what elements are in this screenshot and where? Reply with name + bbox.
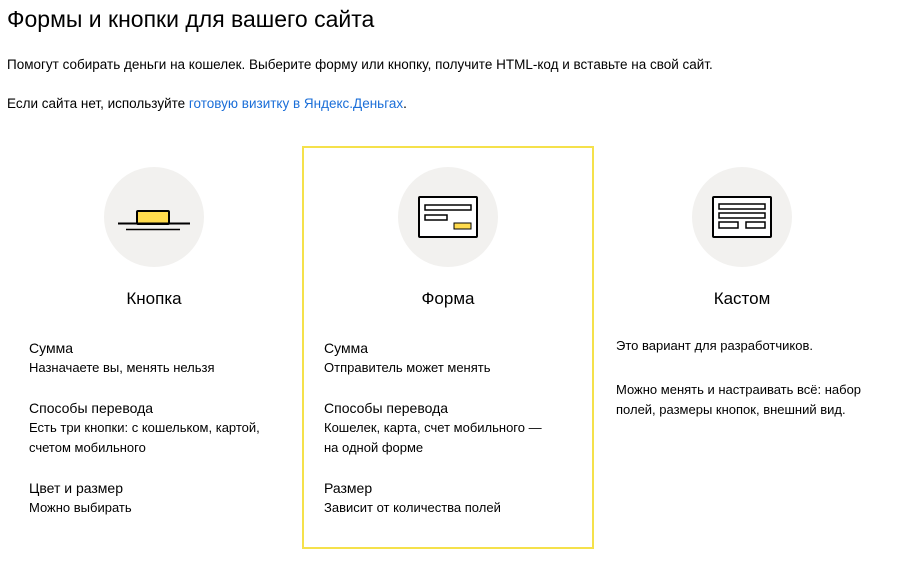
business-card-link[interactable]: готовую визитку в Яндекс.Деньгах: [189, 96, 403, 111]
no-site-prefix: Если сайта нет, используйте: [7, 96, 189, 111]
card-title: Кастом: [713, 289, 771, 308]
description-paragraph-2-line-2: полей, размеры кнопок, внешний вид.: [616, 402, 846, 417]
page-title: Формы и кнопки для вашего сайта: [7, 6, 375, 32]
card-form[interactable]: Форма Сумма Отправитель может менять Спо…: [302, 146, 594, 549]
description-paragraph-2-line-1: Можно менять и настраивать всё: набор: [616, 382, 862, 397]
feature-title: Сумма: [324, 340, 368, 356]
feature-title: Цвет и размер: [29, 480, 124, 496]
feature-list: Сумма Отправитель может менять Способы п…: [324, 338, 578, 538]
card-title: Кнопка: [126, 289, 182, 308]
card-custom[interactable]: Кастом Это вариант для разработчиков. Мо…: [596, 146, 888, 549]
form-icon: [398, 167, 498, 267]
feature-list: Сумма Назначаете вы, менять нельзя Спосо…: [29, 338, 286, 538]
button-icon: [104, 167, 204, 267]
feature-desc-line-2: счетом мобильного: [29, 440, 146, 455]
feature-size: Размер Зависит от количества полей: [324, 478, 578, 518]
feature-amount: Сумма Назначаете вы, менять нельзя: [29, 338, 286, 378]
feature-color-size: Цвет и размер Можно выбирать: [29, 478, 286, 518]
feature-methods: Способы перевода Есть три кнопки: с коше…: [29, 398, 286, 458]
no-site-suffix: .: [403, 96, 407, 111]
feature-title: Сумма: [29, 340, 73, 356]
description-paragraph-1: Это вариант для разработчиков.: [616, 338, 813, 353]
feature-desc: Зависит от количества полей: [324, 500, 501, 515]
feature-title: Способы перевода: [29, 400, 154, 416]
feature-desc: Назначаете вы, менять нельзя: [29, 360, 215, 375]
intro-text: Помогут собирать деньги на кошелек. Выбе…: [7, 57, 713, 72]
feature-desc: Отправитель может менять: [324, 360, 491, 375]
feature-desc-line-2: на одной форме: [324, 440, 424, 455]
no-site-text: Если сайта нет, используйте готовую визи…: [7, 96, 407, 111]
feature-methods: Способы перевода Кошелек, карта, счет мо…: [324, 398, 578, 458]
feature-title: Размер: [324, 480, 373, 496]
custom-icon: [692, 167, 792, 267]
description: Это вариант для разработчиков. Можно мен…: [616, 336, 874, 420]
card-title: Форма: [421, 289, 475, 308]
card-button[interactable]: Кнопка Сумма Назначаете вы, менять нельз…: [8, 146, 300, 549]
feature-desc-line-1: Кошелек, карта, счет мобильного —: [324, 420, 542, 435]
feature-amount: Сумма Отправитель может менять: [324, 338, 578, 378]
feature-desc: Можно выбирать: [29, 500, 132, 515]
feature-title: Способы перевода: [324, 400, 449, 416]
feature-desc-line-1: Есть три кнопки: с кошельком, картой,: [29, 420, 260, 435]
